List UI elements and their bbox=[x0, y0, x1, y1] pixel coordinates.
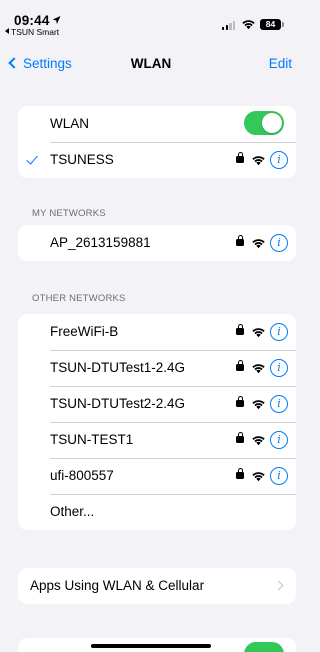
wlan-label: WLAN bbox=[50, 116, 90, 131]
connected-network-row[interactable]: TSUNESS i bbox=[18, 142, 296, 178]
partial-toggle[interactable] bbox=[244, 642, 284, 652]
back-to-app-link[interactable]: TSUN Smart bbox=[5, 27, 59, 37]
network-accessories: i bbox=[236, 323, 288, 341]
wlan-group: WLAN TSUNESS i bbox=[18, 106, 296, 178]
navigation-bar: Settings WLAN Edit bbox=[0, 44, 302, 82]
network-row[interactable]: TSUN-TEST1 i bbox=[18, 422, 296, 458]
network-accessories: i bbox=[236, 234, 288, 252]
time-text: 09:44 bbox=[14, 13, 50, 28]
info-icon[interactable]: i bbox=[270, 151, 288, 169]
chevron-right-icon bbox=[273, 580, 284, 591]
my-networks-header: MY NETWORKS bbox=[32, 208, 106, 219]
network-name: TSUNESS bbox=[50, 152, 114, 167]
wifi-icon bbox=[251, 362, 266, 374]
battery-icon: 84 bbox=[260, 19, 281, 30]
network-row[interactable]: FreeWiFi-B i bbox=[18, 314, 296, 350]
info-icon[interactable]: i bbox=[270, 467, 288, 485]
lock-icon bbox=[236, 324, 244, 335]
my-networks-group: AP_2613159881 i bbox=[18, 225, 296, 261]
status-wifi-icon bbox=[241, 18, 256, 30]
network-row[interactable]: TSUN-DTUTest2-2.4G i bbox=[18, 386, 296, 422]
network-name: FreeWiFi-B bbox=[50, 324, 119, 339]
cellular-signal-icon bbox=[222, 21, 236, 30]
apps-using-row[interactable]: Apps Using WLAN & Cellular bbox=[18, 568, 296, 604]
other-label: Other... bbox=[50, 504, 95, 519]
apps-using-group: Apps Using WLAN & Cellular bbox=[18, 568, 296, 604]
network-accessories: i bbox=[236, 467, 288, 485]
lock-icon bbox=[236, 396, 244, 407]
network-accessories: i bbox=[236, 359, 288, 377]
other-network-row[interactable]: Other... bbox=[18, 494, 296, 530]
info-icon[interactable]: i bbox=[270, 359, 288, 377]
info-icon[interactable]: i bbox=[270, 323, 288, 341]
checkmark-icon bbox=[26, 152, 38, 165]
apps-using-label: Apps Using WLAN & Cellular bbox=[30, 578, 205, 593]
network-name: AP_2613159881 bbox=[50, 235, 151, 250]
battery-level: 84 bbox=[265, 19, 276, 29]
wlan-toggle-row: WLAN bbox=[18, 106, 296, 142]
wifi-icon bbox=[251, 398, 266, 410]
network-name: TSUN-DTUTest1-2.4G bbox=[50, 360, 186, 375]
other-networks-group: FreeWiFi-B i TSUN-DTUTest1-2.4G i TSUN-D… bbox=[18, 314, 296, 530]
network-row[interactable]: TSUN-DTUTest1-2.4G i bbox=[18, 350, 296, 386]
wifi-icon bbox=[251, 237, 266, 249]
lock-icon bbox=[236, 235, 244, 246]
wifi-icon bbox=[251, 434, 266, 446]
back-app-label: TSUN Smart bbox=[11, 27, 60, 37]
wifi-icon bbox=[251, 470, 266, 482]
home-indicator[interactable] bbox=[91, 644, 211, 648]
status-bar: 09:44 TSUN Smart 84 bbox=[0, 0, 302, 44]
info-icon[interactable]: i bbox=[270, 431, 288, 449]
location-arrow-icon bbox=[52, 16, 61, 24]
wlan-toggle[interactable] bbox=[244, 111, 284, 135]
back-triangle-icon bbox=[5, 28, 9, 34]
info-icon[interactable]: i bbox=[270, 234, 288, 252]
lock-icon bbox=[236, 360, 244, 371]
info-icon[interactable]: i bbox=[270, 395, 288, 413]
network-accessories: i bbox=[236, 395, 288, 413]
network-name: TSUN-TEST1 bbox=[50, 432, 134, 447]
lock-icon bbox=[236, 432, 244, 443]
network-name: TSUN-DTUTest2-2.4G bbox=[50, 396, 186, 411]
network-row[interactable]: AP_2613159881 i bbox=[18, 225, 296, 261]
edit-button[interactable]: Edit bbox=[269, 56, 292, 71]
network-row[interactable]: ufi-800557 i bbox=[18, 458, 296, 494]
network-name: ufi-800557 bbox=[50, 468, 114, 483]
wifi-icon bbox=[251, 154, 266, 166]
page-title: WLAN bbox=[130, 56, 172, 71]
wifi-icon bbox=[251, 326, 266, 338]
other-networks-header: OTHER NETWORKS bbox=[32, 293, 126, 304]
network-accessories: i bbox=[236, 151, 288, 169]
lock-icon bbox=[236, 468, 244, 479]
lock-icon bbox=[236, 152, 244, 163]
battery-tip bbox=[282, 22, 284, 27]
status-time: 09:44 bbox=[14, 13, 61, 28]
network-accessories: i bbox=[236, 431, 288, 449]
